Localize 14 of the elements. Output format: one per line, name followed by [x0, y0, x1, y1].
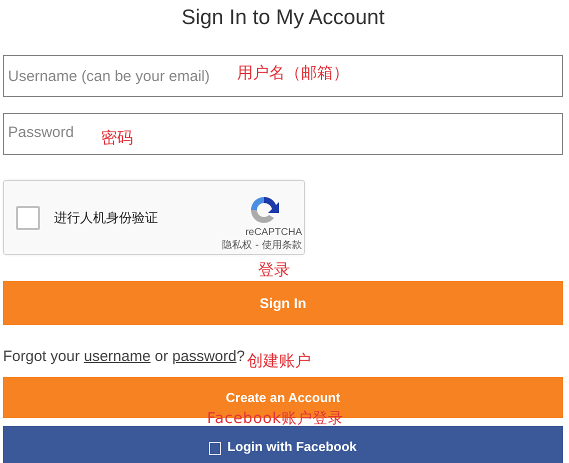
captcha-terms-link[interactable]: 隐私权 - 使用条款 [222, 238, 302, 252]
captcha-label: 进行人机身份验证 [54, 210, 158, 226]
password-link[interactable]: password [172, 348, 236, 365]
annotation-text: 密码 [101, 129, 133, 147]
square-icon [209, 442, 222, 454]
forgot-text: Forgot your username or password? [3, 348, 245, 366]
annotation-text: 登录 [258, 261, 290, 281]
captcha-checkbox[interactable] [16, 206, 40, 230]
username-link[interactable]: username [84, 348, 151, 365]
captcha-brand: reCAPTCHA [245, 226, 302, 238]
annotation-text: 用户名（邮箱） [237, 64, 349, 82]
page-title: Sign In to My Account [181, 5, 385, 31]
facebook-login-button[interactable]: Login with Facebook [3, 426, 563, 463]
annotation-text: 创建账户 [246, 352, 311, 370]
